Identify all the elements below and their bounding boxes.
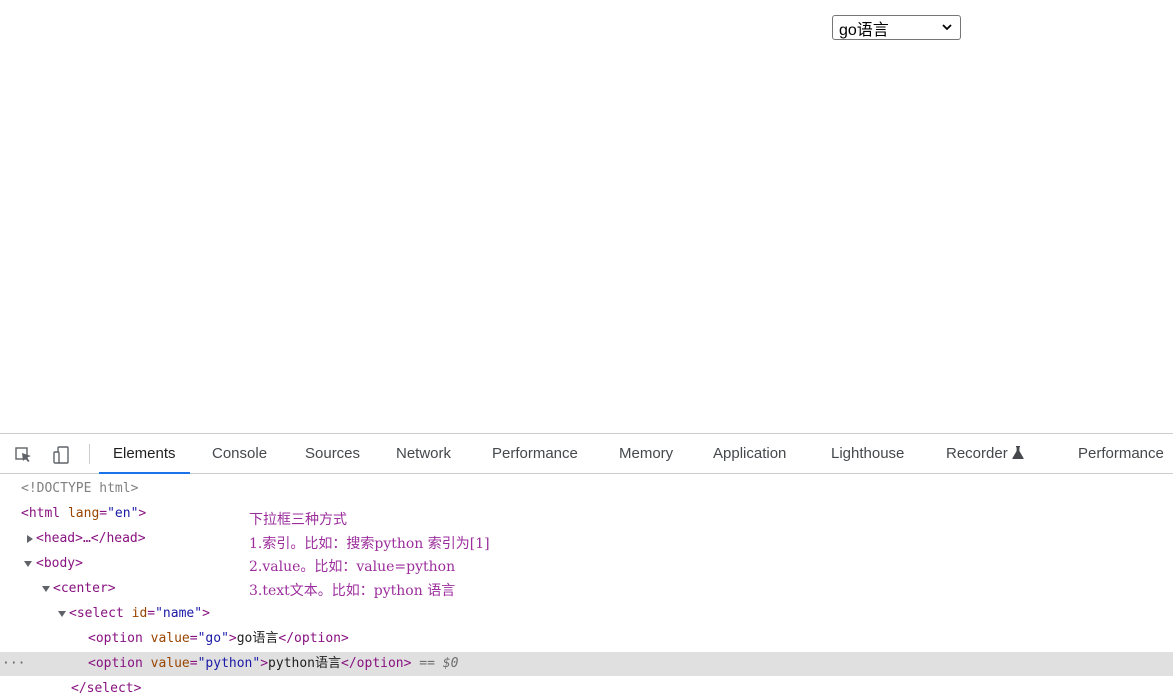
devtools-panel: Elements Console Sources Network Perform… <box>0 433 1173 699</box>
flask-icon <box>1011 446 1024 459</box>
dom-node-html[interactable]: <html lang="en"> <box>0 502 1173 526</box>
tab-recorder-label: Recorder <box>946 445 1008 462</box>
toolbar-separator <box>89 444 90 464</box>
collapse-triangle-icon[interactable] <box>58 610 66 618</box>
language-select-value: go语言 <box>839 21 889 39</box>
more-options-icon[interactable]: ··· <box>2 652 25 676</box>
dom-node-option-go[interactable]: <option value="go">go语言</option> <box>0 627 1173 651</box>
dom-node-body[interactable]: <body> <box>0 552 1173 576</box>
annotation-notes: 下拉框三种方式 1.索引。比如：搜索python 索引为[1] 2.value。… <box>249 509 490 603</box>
inspect-element-icon[interactable] <box>14 445 34 465</box>
tab-console[interactable]: Console <box>212 434 267 474</box>
annotation-item-index: 1.索引。比如：搜索python 索引为[1] <box>249 535 490 552</box>
tab-application[interactable]: Application <box>713 434 786 474</box>
tab-lighthouse[interactable]: Lighthouse <box>831 434 904 474</box>
selected-node-marker: == $0 <box>419 656 459 671</box>
expand-triangle-icon[interactable] <box>26 535 34 543</box>
annotation-item-value: 2.value。比如：value=python <box>249 559 456 575</box>
collapse-triangle-icon[interactable] <box>42 585 50 593</box>
tab-memory[interactable]: Memory <box>619 434 673 474</box>
device-toolbar-icon[interactable] <box>52 445 72 465</box>
collapse-triangle-icon[interactable] <box>24 560 32 568</box>
dom-node-head[interactable]: <head>…</head> <box>0 527 1173 551</box>
tab-sources[interactable]: Sources <box>305 434 360 474</box>
dom-node-center[interactable]: <center> <box>0 577 1173 601</box>
dom-node-select[interactable]: <select id="name"> <box>0 602 1173 626</box>
dom-node-select-close[interactable]: </select> <box>0 677 1173 699</box>
chevron-down-icon <box>942 24 952 31</box>
language-select[interactable]: go语言 <box>832 15 961 40</box>
tab-performance[interactable]: Performance <box>492 434 578 474</box>
tab-performance-insights[interactable]: Performance <box>1078 434 1164 474</box>
devtools-toolbar: Elements Console Sources Network Perform… <box>0 434 1173 474</box>
tab-network[interactable]: Network <box>396 434 451 474</box>
dom-tree: <!DOCTYPE html> <html lang="en"> <head>…… <box>0 475 1173 699</box>
annotation-item-text: 3.text文本。比如：python 语言 <box>249 582 456 599</box>
dom-node-option-python[interactable]: ··· <option value="python">python语言</opt… <box>0 652 1173 676</box>
page-viewport: go语言 <box>0 0 1173 433</box>
tab-recorder[interactable]: Recorder <box>946 434 1024 474</box>
tab-elements[interactable]: Elements <box>99 434 189 474</box>
dom-node-doctype[interactable]: <!DOCTYPE html> <box>0 477 1173 501</box>
annotation-title: 下拉框三种方式 <box>249 512 347 528</box>
